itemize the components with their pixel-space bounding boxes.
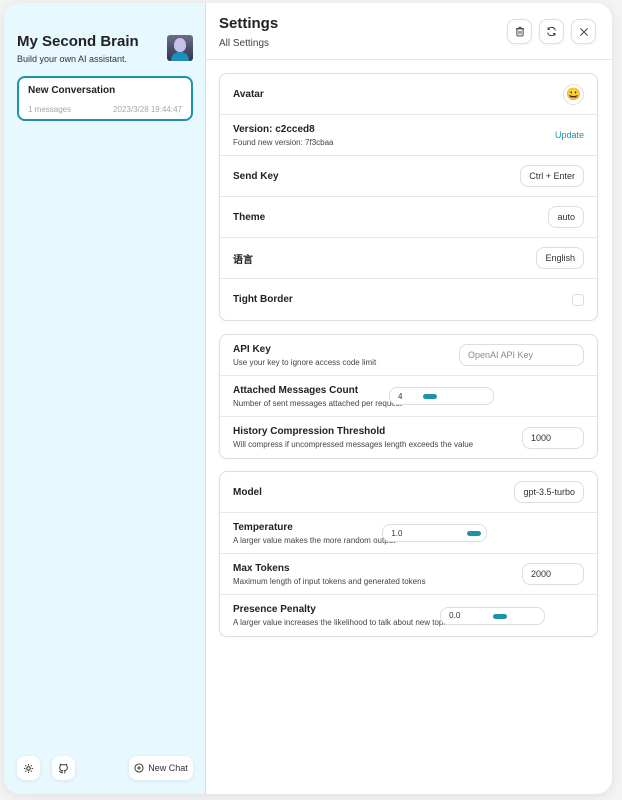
temperature-slider[interactable]: 1.0 xyxy=(382,524,488,542)
attached-count-slider[interactable]: 4 xyxy=(388,387,494,405)
history-threshold-label: History Compression Threshold xyxy=(233,426,386,437)
history-threshold-row: History Compression Threshold Will compr… xyxy=(220,417,597,458)
chat-timestamp: 2023/3/28 19:44:47 xyxy=(113,105,182,114)
max-tokens-row: Max Tokens Maximum length of input token… xyxy=(220,554,597,595)
language-row: 语言 English xyxy=(220,238,597,279)
brand: My Second Brain Build your own AI assist… xyxy=(17,33,139,64)
api-key-input[interactable]: OpenAI API Key xyxy=(459,344,584,366)
chat-message-count: 1 messages xyxy=(28,105,72,114)
close-button[interactable] xyxy=(571,19,596,44)
max-tokens-sub: Maximum length of input tokens and gener… xyxy=(233,576,426,586)
slider-thumb[interactable] xyxy=(493,613,508,619)
presence-penalty-row: Presence Penalty A larger value increase… xyxy=(220,595,597,636)
model-label: Model xyxy=(233,486,262,498)
add-icon xyxy=(134,763,144,773)
attached-count-label: Attached Messages Count xyxy=(233,384,359,396)
api-key-label: API Key xyxy=(233,343,271,355)
brand-title: My Second Brain xyxy=(17,33,139,50)
history-threshold-input[interactable]: 1000 xyxy=(522,426,584,449)
tight-border-checkbox[interactable] xyxy=(572,293,584,306)
presence-penalty-value: 0.0 xyxy=(449,611,461,620)
reset-icon xyxy=(547,26,556,37)
reset-button[interactable] xyxy=(539,19,564,44)
github-icon xyxy=(58,763,68,773)
send-key-row: Send Key Ctrl + Enter xyxy=(220,156,597,197)
send-key-select[interactable]: Ctrl + Enter xyxy=(520,165,584,187)
theme-label: Theme xyxy=(233,211,266,223)
attached-count-value: 4 xyxy=(397,391,403,401)
api-key-row: API Key Use your key to ignore access co… xyxy=(220,335,597,376)
presence-penalty-slider[interactable]: 0.0 xyxy=(440,606,546,625)
app-window: My Second Brain Build your own AI assist… xyxy=(4,3,612,794)
brand-avatar xyxy=(167,35,193,61)
page-subtitle: All Settings xyxy=(219,38,270,49)
tight-border-row: Tight Border xyxy=(220,279,597,320)
avatar-label: Avatar xyxy=(233,88,264,100)
max-tokens-input[interactable]: 2000 xyxy=(522,563,584,585)
slider-thumb[interactable] xyxy=(467,531,482,536)
model-select[interactable]: gpt-3.5-turbo xyxy=(514,481,584,503)
slider-thumb[interactable] xyxy=(422,394,437,399)
chat-title: New Conversation xyxy=(28,85,116,96)
clear-icon xyxy=(515,26,524,37)
presence-penalty-sub: A larger value increases the likelihood … xyxy=(233,618,454,627)
settings-icon xyxy=(24,763,33,773)
temperature-value: 1.0 xyxy=(391,528,403,538)
settings-button[interactable] xyxy=(17,756,40,780)
page-title: Settings xyxy=(219,15,279,32)
settings-panel: Settings All Settings Avatar 😀 Version: … xyxy=(206,3,612,794)
clear-data-button[interactable] xyxy=(507,19,532,44)
temperature-label: Temperature xyxy=(233,521,293,533)
version-row: Version: c2cced8 Found new version: 7f3c… xyxy=(220,115,597,156)
avatar-row: Avatar 😀 xyxy=(220,74,597,115)
avatar-picker[interactable]: 😀 xyxy=(563,83,584,105)
api-settings-group: API Key Use your key to ignore access co… xyxy=(219,334,598,459)
github-button[interactable] xyxy=(52,756,75,780)
max-tokens-label: Max Tokens xyxy=(233,562,290,574)
new-chat-label: New Chat xyxy=(148,763,188,773)
attached-count-sub: Number of sent messages attached per req… xyxy=(233,398,402,408)
brand-subtitle: Build your own AI assistant. xyxy=(17,54,128,64)
language-label: 语言 xyxy=(233,254,253,266)
settings-header: Settings All Settings xyxy=(206,3,612,60)
language-select[interactable]: English xyxy=(536,247,584,269)
temperature-row: Temperature A larger value makes the mor… xyxy=(220,513,597,554)
close-icon xyxy=(579,27,588,36)
new-chat-button[interactable]: New Chat xyxy=(129,756,193,780)
general-settings-group: Avatar 😀 Version: c2cced8 Found new vers… xyxy=(219,73,598,321)
send-key-label: Send Key xyxy=(233,170,279,182)
chat-item[interactable]: New Conversation 1 messages 2023/3/28 19… xyxy=(17,76,193,121)
version-label: Version: c2cced8 xyxy=(233,123,315,135)
api-key-sub: Use your key to ignore access code limit xyxy=(233,357,377,367)
attached-count-row: Attached Messages Count Number of sent m… xyxy=(220,376,597,417)
theme-row: Theme auto xyxy=(220,197,597,238)
update-link[interactable]: Update xyxy=(555,130,584,140)
sidebar: My Second Brain Build your own AI assist… xyxy=(4,3,206,794)
history-threshold-sub: Will compress if uncompressed messages l… xyxy=(233,440,474,449)
model-settings-group: Model gpt-3.5-turbo Temperature A larger… xyxy=(219,471,598,637)
presence-penalty-label: Presence Penalty xyxy=(233,604,316,615)
temperature-sub: A larger value makes the more random out… xyxy=(233,535,396,545)
version-sub: Found new version: 7f3cbaa xyxy=(233,137,334,147)
model-row: Model gpt-3.5-turbo xyxy=(220,472,597,513)
tight-border-label: Tight Border xyxy=(233,294,293,305)
theme-select[interactable]: auto xyxy=(548,206,584,228)
